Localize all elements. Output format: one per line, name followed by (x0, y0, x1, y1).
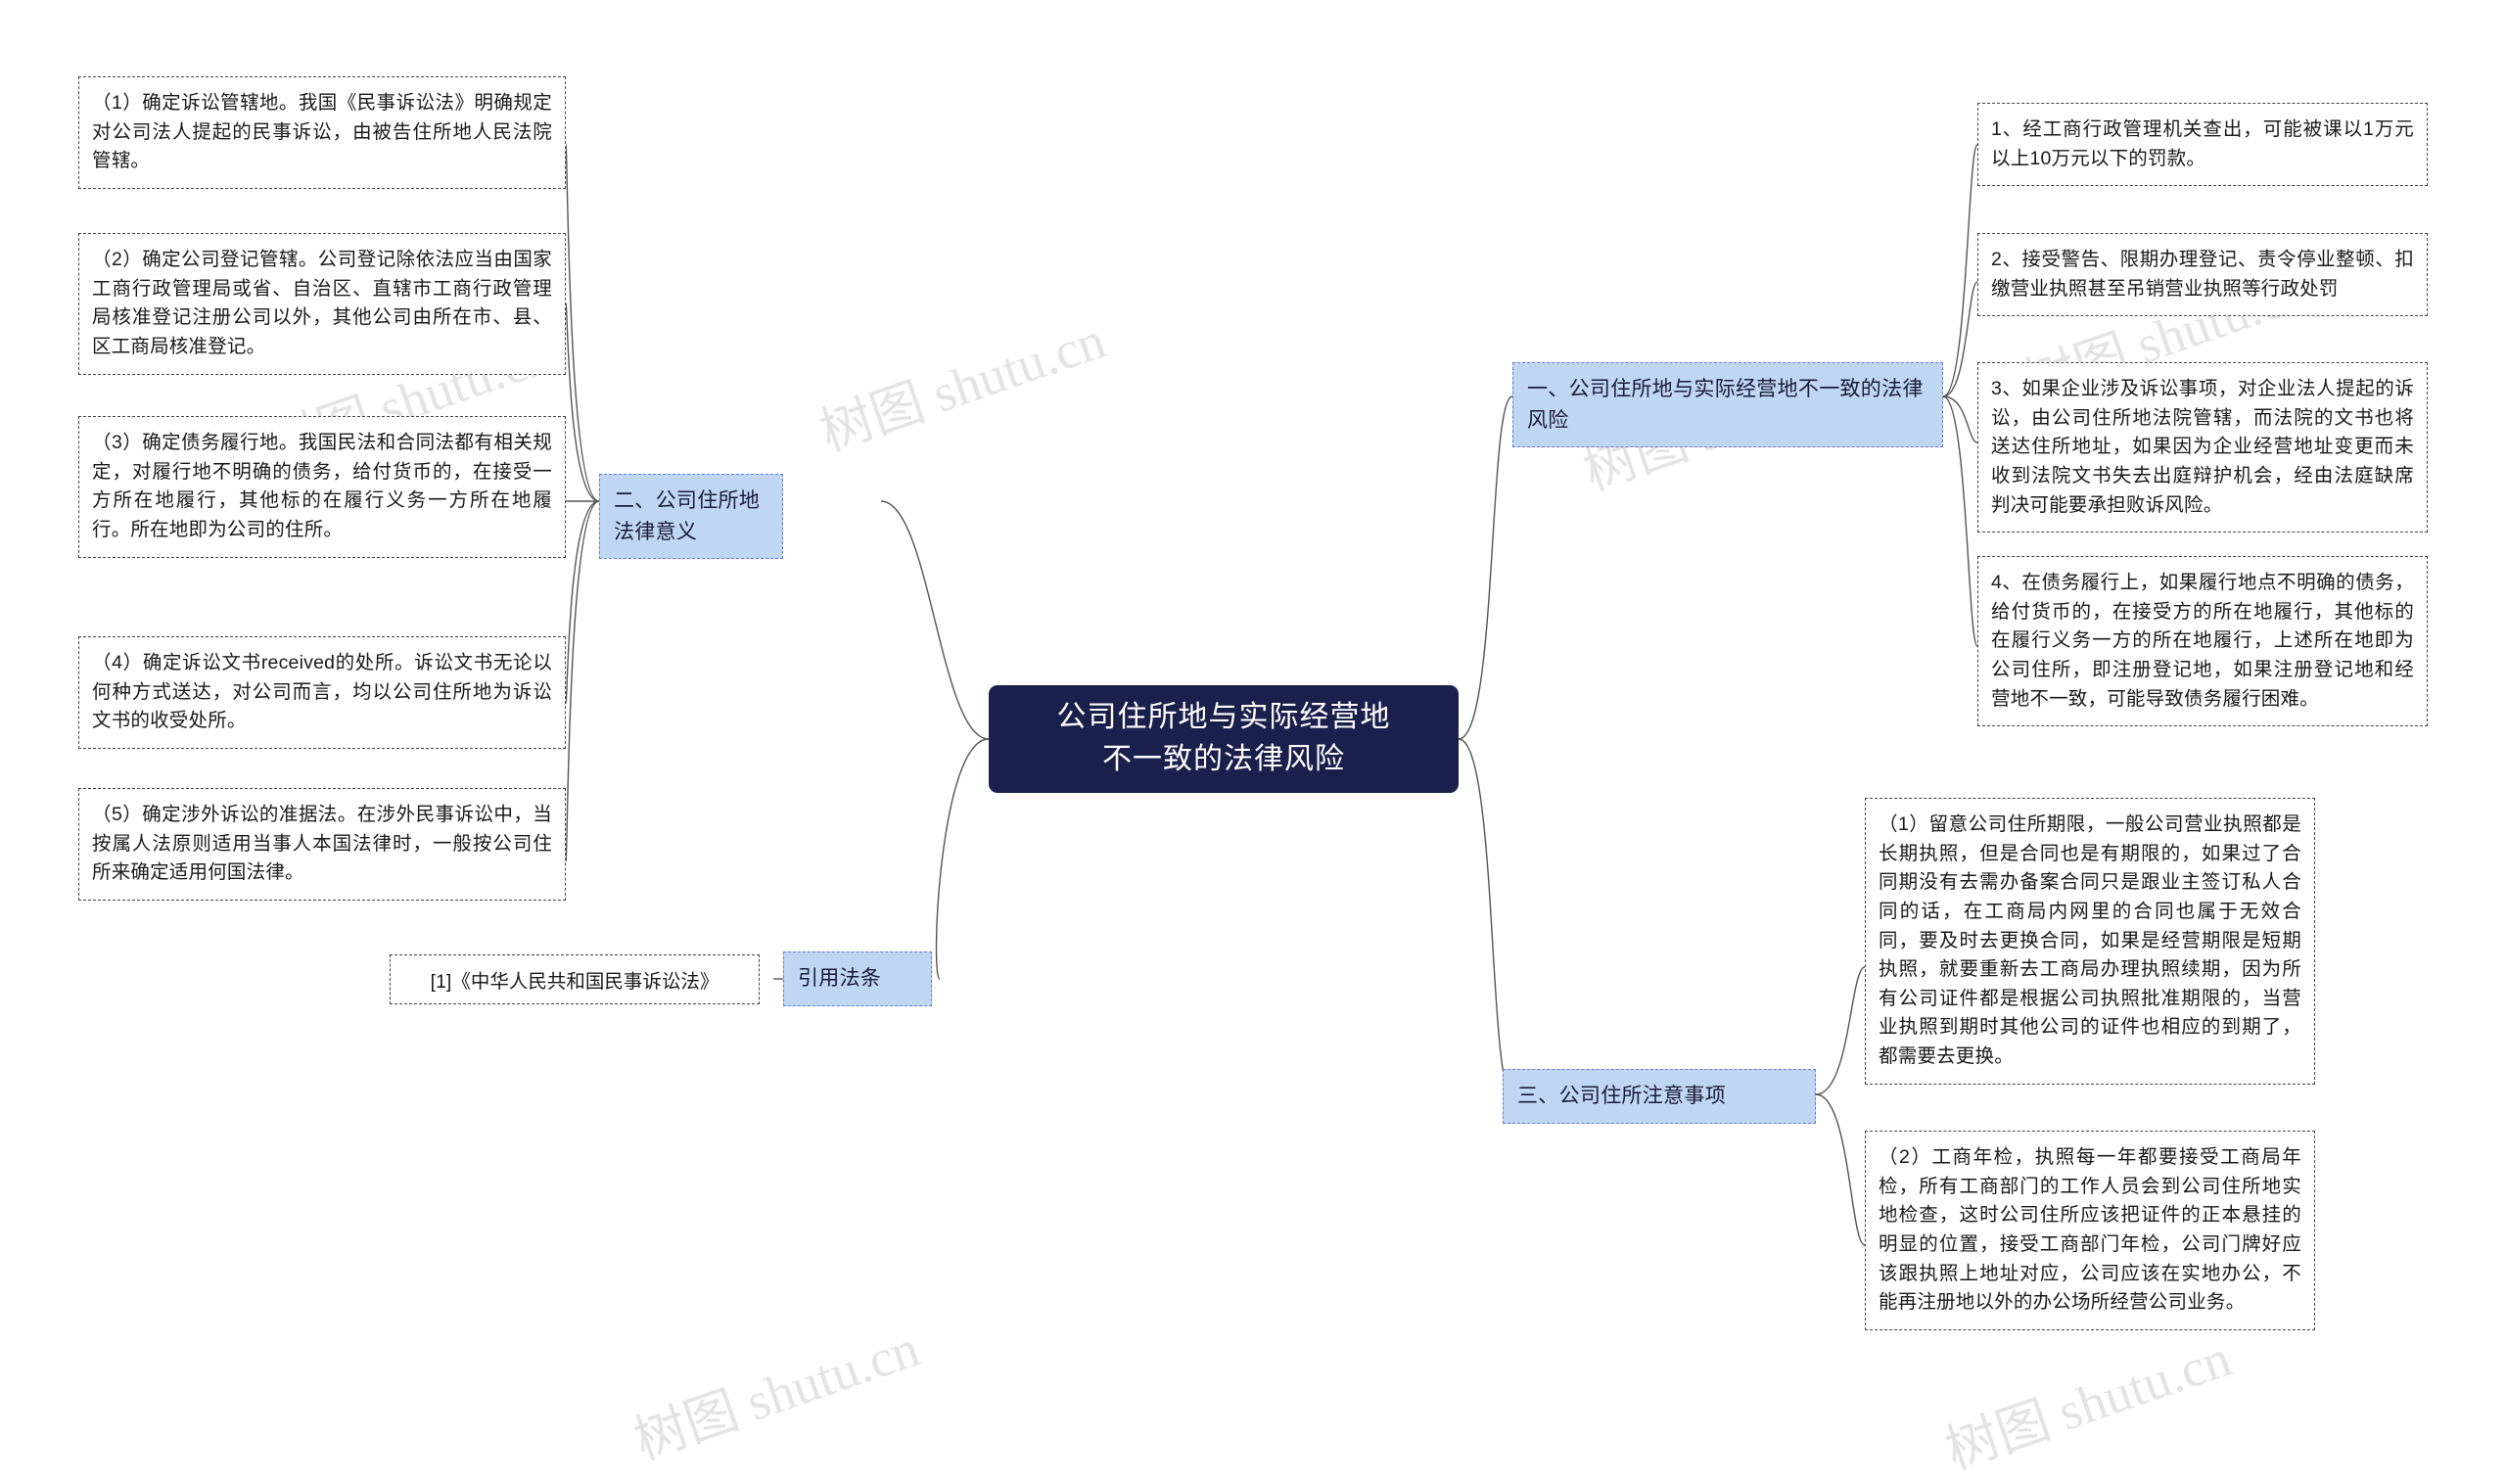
leaf-right1-3[interactable]: 3、如果企业涉及诉讼事项，对企业法人提起的诉讼，由公司住所地法院管辖，而法院的文… (1977, 362, 2428, 533)
leaf-right1-4[interactable]: 4、在债务履行上，如果履行地点不明确的债务，给付货币的，在接受方的所在地履行，其… (1977, 556, 2428, 727)
leaf-left-5[interactable]: （5）确定涉外诉讼的准据法。在涉外民事诉讼中，当按属人法原则适用当事人本国法律时… (78, 788, 566, 901)
branch-citation[interactable]: 引用法条 (783, 951, 932, 1006)
leaf-citation-1[interactable]: [1]《中华人民共和国民事诉讼法》 (390, 954, 760, 1004)
leaf-left-1[interactable]: （1）确定诉讼管辖地。我国《民事诉讼法》明确规定对公司法人提起的民事诉讼，由被告… (78, 76, 566, 189)
leaf-right2-2[interactable]: （2）工商年检，执照每一年都要接受工商局年检，所有工商部门的工作人员会到公司住所… (1865, 1131, 2315, 1330)
leaf-right1-1[interactable]: 1、经工商行政管理机关查出，可能被课以1万元以上10万元以下的罚款。 (1977, 103, 2428, 187)
leaf-left-3[interactable]: （3）确定债务履行地。我国民法和合同法都有相关规定，对履行地不明确的债务，给付货… (78, 416, 566, 558)
leaf-right1-2[interactable]: 2、接受警告、限期办理登记、责令停业整顿、扣缴营业执照甚至吊销营业执照等行政处罚 (1977, 233, 2428, 317)
mindmap-canvas: 树图 shutu.cn 树图 shutu.cn 树图 shutu.cn 树图 s… (0, 0, 2506, 1480)
leaf-right2-1[interactable]: （1）留意公司住所期限，一般公司营业执照都是长期执照，但是合同也是有期限的，如果… (1865, 798, 2315, 1085)
branch-legal-meaning[interactable]: 二、公司住所地法律意义 (599, 474, 783, 559)
leaf-left-2[interactable]: （2）确定公司登记管辖。公司登记除依法应当由国家工商行政管理局或省、自治区、直辖… (78, 233, 566, 375)
leaf-left-4[interactable]: （4）确定诉讼文书received的处所。诉讼文书无论以何种方式送达，对公司而言… (78, 636, 566, 749)
root-node[interactable]: 公司住所地与实际经营地 不一致的法律风险 (989, 685, 1459, 793)
branch-notes[interactable]: 三、公司住所注意事项 (1503, 1069, 1816, 1124)
watermark: 树图 shutu.cn (812, 310, 1113, 463)
branch-legal-risk[interactable]: 一、公司住所地与实际经营地不一致的法律风险 (1512, 362, 1943, 447)
watermark: 树图 shutu.cn (1938, 1328, 2239, 1481)
watermark: 树图 shutu.cn (626, 1319, 927, 1471)
